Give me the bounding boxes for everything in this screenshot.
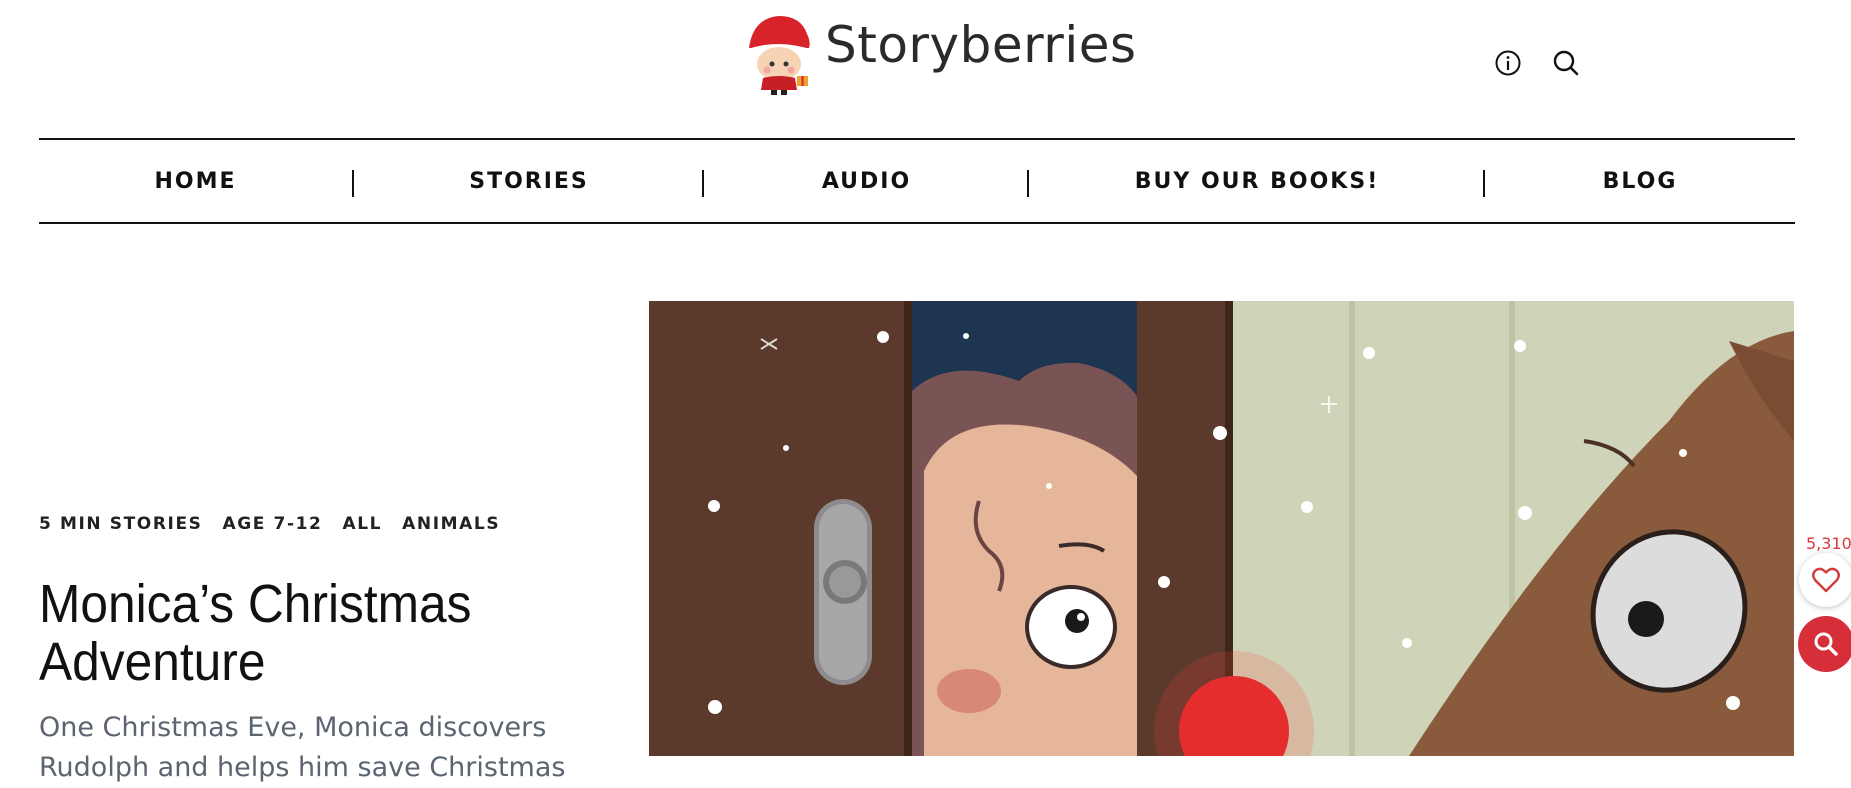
tag-all[interactable]: ALL bbox=[342, 514, 382, 534]
info-icon[interactable] bbox=[1493, 48, 1523, 78]
site-logo-text: Storyberries bbox=[825, 16, 1137, 74]
post-tags: 5 MIN STORIES AGE 7-12 ALL ANIMALS bbox=[39, 514, 500, 534]
tag-age-7-12[interactable]: AGE 7-12 bbox=[223, 514, 323, 534]
hero-illustration[interactable] bbox=[649, 301, 1794, 756]
search-fab-button[interactable] bbox=[1798, 616, 1851, 672]
nav-item-home[interactable]: HOME bbox=[39, 140, 352, 222]
post-title: Monica’s Christmas Adventure bbox=[39, 574, 472, 692]
heart-icon bbox=[1812, 567, 1840, 593]
site-logo[interactable]: Storyberries bbox=[735, 8, 1137, 96]
like-button[interactable] bbox=[1799, 553, 1851, 607]
search-icon[interactable] bbox=[1551, 48, 1581, 78]
nav-item-buy-books[interactable]: BUY OUR BOOKS! bbox=[1029, 140, 1485, 222]
main-navigation: HOME STORIES AUDIO BUY OUR BOOKS! BLOG bbox=[39, 138, 1795, 224]
post-excerpt: One Christmas Eve, Monica discovers Rudo… bbox=[39, 712, 566, 783]
search-icon bbox=[1814, 632, 1838, 656]
nav-item-stories[interactable]: STORIES bbox=[354, 140, 704, 222]
nav-item-audio[interactable]: AUDIO bbox=[704, 140, 1029, 222]
nav-item-blog[interactable]: BLOG bbox=[1485, 140, 1795, 222]
tag-animals[interactable]: ANIMALS bbox=[402, 514, 500, 534]
like-count: 5,310 bbox=[1806, 534, 1851, 553]
santa-berry-mascot-icon bbox=[735, 8, 819, 96]
tag-5-min-stories[interactable]: 5 MIN STORIES bbox=[39, 514, 203, 534]
header-actions bbox=[1493, 48, 1581, 78]
